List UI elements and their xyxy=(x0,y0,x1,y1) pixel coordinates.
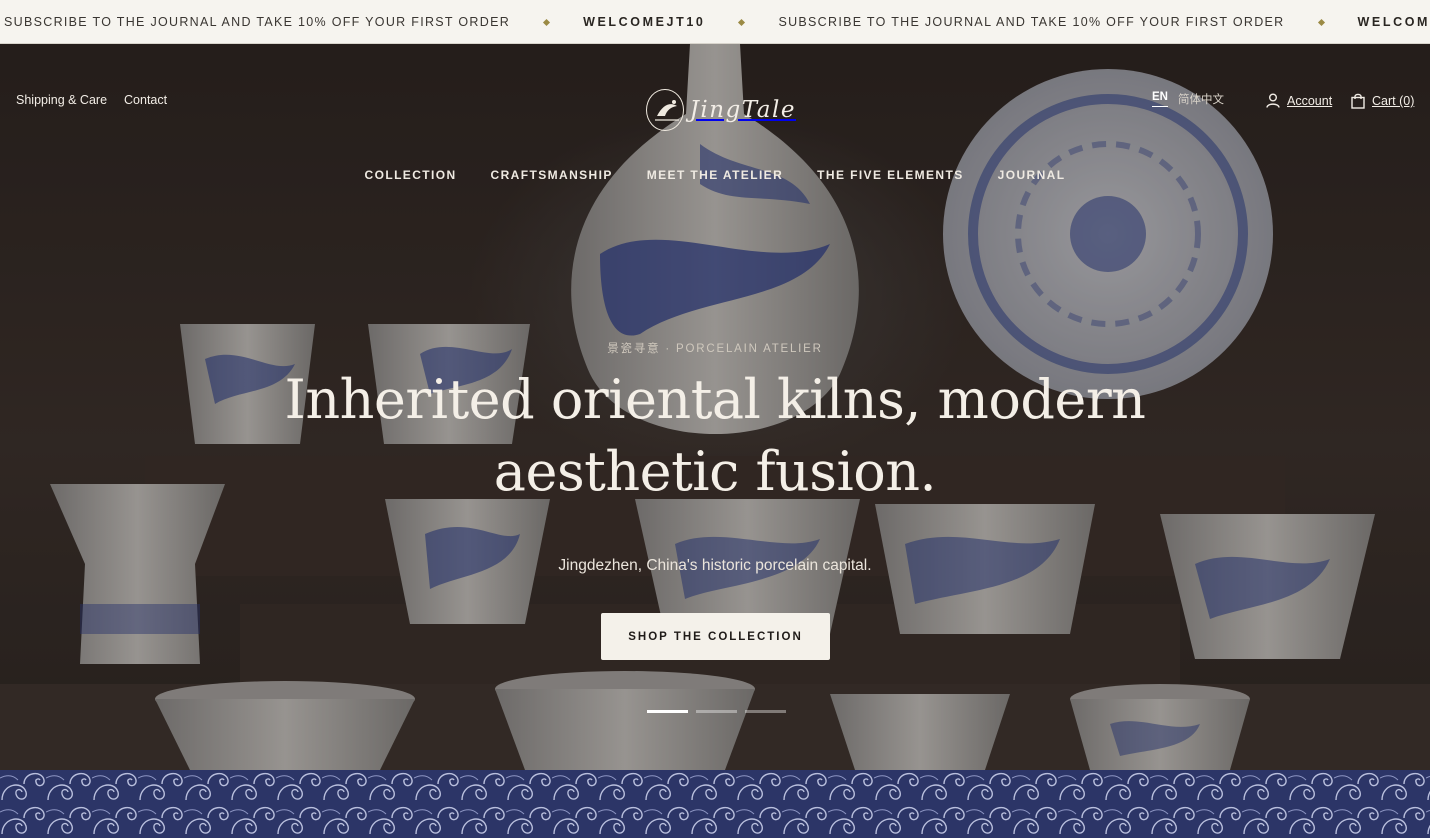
slide-dot-2[interactable] xyxy=(696,710,737,713)
slide-indicators xyxy=(647,710,786,713)
diamond-separator-icon xyxy=(543,18,551,26)
hero-subline: Jingdezhen, China's historic porcelain c… xyxy=(558,557,872,574)
logo-wordmark: JingTale xyxy=(689,97,796,123)
nav-item-craftsmanship[interactable]: CRAFTSMANSHIP xyxy=(491,168,613,182)
hero-headline-line-1: Inherited oriental kilns, modern xyxy=(284,368,1146,431)
announcement-message: SUBSCRIBE TO THE JOURNAL AND TAKE 10% OF… xyxy=(778,15,1285,29)
nav-item-collection[interactable]: COLLECTION xyxy=(365,168,457,182)
hero-headline: Inherited oriental kilns, modern aesthet… xyxy=(215,364,1215,508)
slide-dot-1[interactable] xyxy=(647,710,688,713)
nav-item-meet-the-atelier[interactable]: MEET THE ATELIER xyxy=(647,168,783,182)
promo-code: WELCOMEJT10 xyxy=(1357,15,1430,29)
contact-link[interactable]: Contact xyxy=(124,93,167,107)
account-label: Account xyxy=(1287,93,1333,108)
nav-item-journal[interactable]: JOURNAL xyxy=(998,168,1066,182)
hero-eyebrow: 景瓷寻意 · PORCELAIN ATELIER xyxy=(607,343,823,355)
nav-item-five-elements[interactable]: THE FIVE ELEMENTS xyxy=(817,168,963,182)
announcement-message: SUBSCRIBE TO THE JOURNAL AND TAKE 10% OF… xyxy=(4,15,511,29)
shopping-bag-icon xyxy=(1351,93,1365,109)
shipping-care-link[interactable]: Shipping & Care xyxy=(16,93,107,107)
language-option-en[interactable]: EN xyxy=(1152,91,1168,107)
hero-headline-line-2: aesthetic fusion. xyxy=(493,440,937,503)
crane-logo-icon xyxy=(646,89,684,131)
hero-section: Shipping & Care Contact JingTale EN 简体中文… xyxy=(0,44,1430,770)
wave-pattern-band xyxy=(0,770,1430,838)
site-logo[interactable]: JingTale xyxy=(646,88,796,132)
user-icon xyxy=(1266,93,1280,108)
announcement-track: SUBSCRIBE TO THE JOURNAL AND TAKE 10% OF… xyxy=(4,0,1430,43)
diamond-separator-icon xyxy=(1317,18,1325,26)
language-switcher: EN 简体中文 xyxy=(1152,91,1224,107)
announcement-bar: SUBSCRIBE TO THE JOURNAL AND TAKE 10% OF… xyxy=(0,0,1430,44)
utility-nav: Shipping & Care Contact xyxy=(16,93,167,107)
cart-label: Cart (0) xyxy=(1372,94,1415,108)
slide-dot-3[interactable] xyxy=(745,710,786,713)
wave-pattern xyxy=(0,770,1430,838)
language-option-zh[interactable]: 简体中文 xyxy=(1178,91,1224,107)
cart-link[interactable]: Cart (0) xyxy=(1351,93,1414,109)
diamond-separator-icon xyxy=(738,18,746,26)
promo-code: WELCOMEJT10 xyxy=(583,15,706,29)
shop-collection-button[interactable]: SHOP THE COLLECTION xyxy=(601,613,830,660)
main-nav: COLLECTION CRAFTSMANSHIP MEET THE ATELIE… xyxy=(0,168,1430,182)
account-link[interactable]: Account xyxy=(1266,93,1332,108)
